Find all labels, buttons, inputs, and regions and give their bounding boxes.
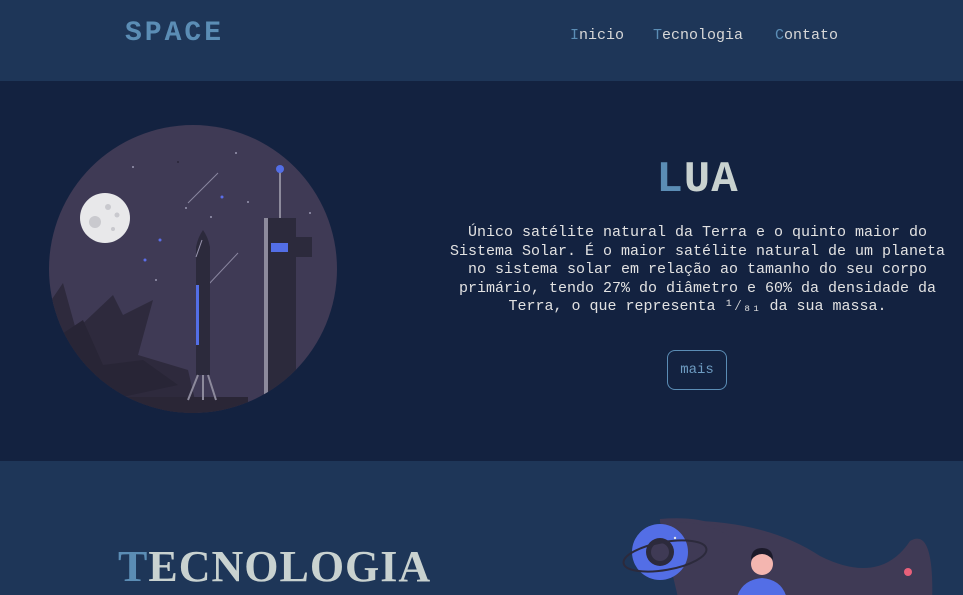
tech-title-rest: ECNOLOGIA xyxy=(148,542,432,591)
technology-section: TECNOLOGIA xyxy=(0,461,963,595)
nav-link-inicio[interactable]: Inicio xyxy=(570,27,624,44)
nav-link-label: nicio xyxy=(579,27,625,44)
nav-link-initial: C xyxy=(775,27,785,44)
nav-link-contato[interactable]: Contato xyxy=(775,27,838,44)
more-button[interactable]: mais xyxy=(667,350,727,390)
hero-title-initial: L xyxy=(656,155,684,205)
tech-title: TECNOLOGIA xyxy=(118,541,431,592)
nav-link-tecnologia[interactable]: Tecnologia xyxy=(653,27,743,44)
navbar: SPACE Inicio Tecnologia Contato xyxy=(0,0,963,81)
nav-link-label: ontato xyxy=(784,27,839,44)
astronaut-illustration xyxy=(622,518,933,595)
hero-title-rest: UA xyxy=(683,155,739,205)
nav-link-initial: I xyxy=(570,27,580,44)
moon-rocket-illustration xyxy=(49,125,337,413)
nav-link-initial: T xyxy=(653,27,663,44)
site-logo[interactable]: SPACE xyxy=(125,18,224,49)
hero-title: LUA xyxy=(440,155,955,205)
hero-section: LUA Único satélite natural da Terra e o … xyxy=(0,81,963,461)
nav-link-label: ecnologia xyxy=(662,27,744,44)
tech-title-initial: T xyxy=(118,542,149,591)
hero-description: Único satélite natural da Terra e o quin… xyxy=(449,224,946,315)
